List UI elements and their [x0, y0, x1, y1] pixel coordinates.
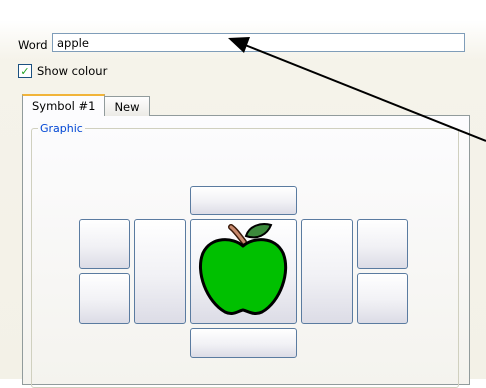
word-label: Word: [18, 38, 48, 52]
graphic-slot-left-bottom[interactable]: [79, 273, 130, 324]
graphic-slot-right-tall[interactable]: [301, 219, 353, 324]
checkbox-box[interactable]: ✓: [18, 64, 32, 78]
graphic-slot-right-top[interactable]: [357, 219, 408, 269]
tab-strip: Symbol #1 New: [22, 94, 150, 116]
word-input[interactable]: [52, 33, 465, 52]
graphic-center-button[interactable]: [190, 219, 297, 324]
graphic-slot-left-top[interactable]: [79, 219, 130, 269]
green-apple-icon: [198, 223, 288, 316]
graphic-slot-bottom[interactable]: [190, 328, 297, 358]
graphic-slot-top[interactable]: [190, 186, 297, 215]
window-background: Word ✓ Show colour Symbol #1 New Graphic: [0, 0, 486, 388]
tab-new[interactable]: New: [104, 96, 150, 116]
graphic-group-label: Graphic: [38, 122, 85, 135]
graphic-slot-left-tall[interactable]: [134, 219, 186, 324]
tab-symbol-1[interactable]: Symbol #1: [22, 94, 106, 116]
show-colour-label: Show colour: [37, 64, 108, 78]
graphic-slot-right-bottom[interactable]: [357, 273, 408, 324]
show-colour-checkbox[interactable]: ✓ Show colour: [18, 64, 107, 78]
